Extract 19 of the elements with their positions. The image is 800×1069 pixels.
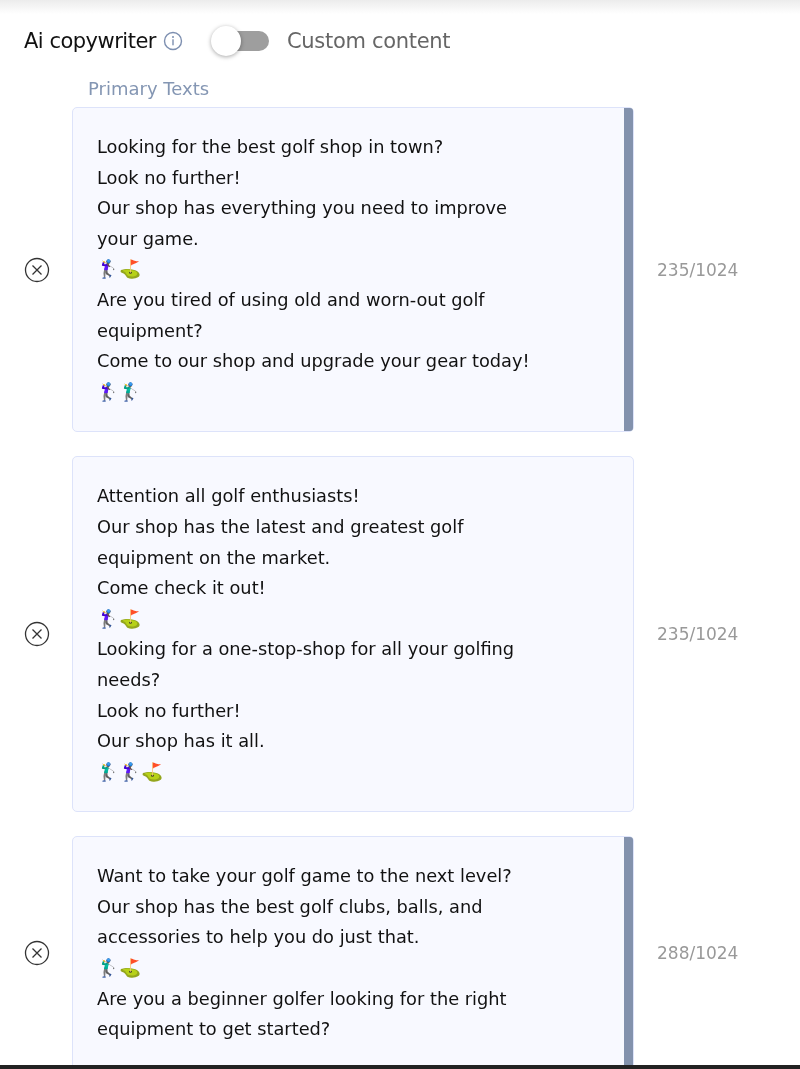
scrollbar[interactable] [624, 108, 633, 432]
character-counter: 235/1024 [657, 624, 739, 645]
remove-icon[interactable] [24, 940, 50, 967]
toggle-label: Custom content [286, 29, 451, 53]
scrollbar[interactable] [624, 837, 633, 1065]
toggle-switch[interactable] [210, 29, 269, 53]
section-title: Ai copywriter [24, 29, 156, 53]
text-card[interactable] [72, 107, 634, 433]
remove-icon[interactable] [24, 256, 50, 283]
character-counter: 288/1024 [657, 943, 739, 964]
text-card[interactable] [72, 836, 634, 1065]
remove-icon[interactable] [24, 621, 50, 648]
info-icon[interactable] [162, 31, 183, 51]
section-label: Primary Texts [88, 78, 211, 99]
text-card[interactable] [72, 456, 634, 813]
primary-text: Looking for the best golf shop in town? Look no further! Our shop has everything you need to improve your game. 🏌‍♀⛳ Are you tired of using old and worn-out golf equipment? Come to our shop and upgrade your gear today! 🏌‍♀🏌‍♂ [97, 135, 531, 404]
primary-text: Want to take your golf game to the next level? Our shop has the best golf clubs, balls, and accessories to help you do just that. 🏌‍♂⛳ Are you a beginner golfer looking for the right equipment to get started? [97, 864, 513, 1042]
primary-text: Attention all golf enthusiasts! Our shop has the latest and greatest golf equipment on the market. Come check it out! 🏌‍♀⛳ Looking for a one-stop-shop for all your golfing needs? Look no further! Our shop has it all. 🏌‍♂🏌‍♀⛳ [97, 484, 516, 784]
character-counter: 235/1024 [657, 259, 739, 280]
